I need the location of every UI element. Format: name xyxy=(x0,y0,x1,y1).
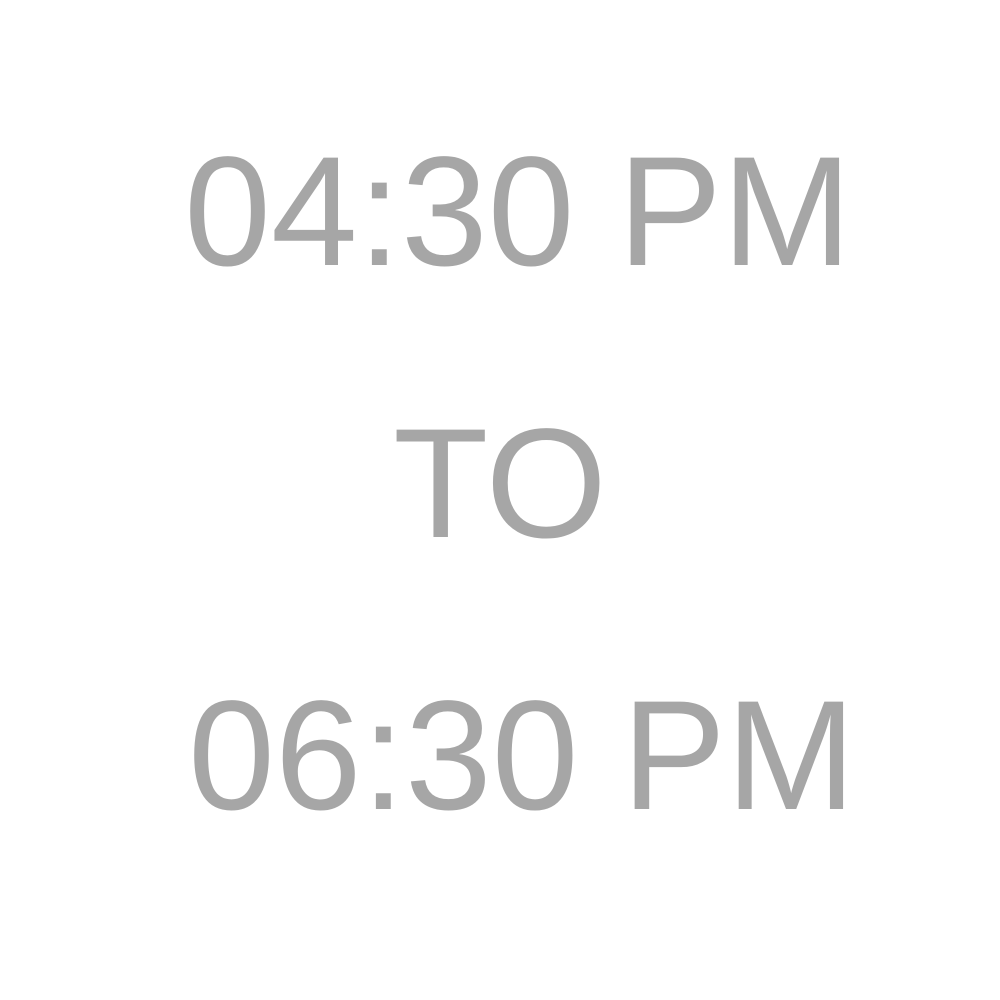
separator-text: TO xyxy=(393,397,607,571)
end-time: 06:30 PM xyxy=(188,669,856,843)
time-range: 04:30 PM TO 06:30 PM xyxy=(0,0,1000,1000)
start-time: 04:30 PM xyxy=(184,125,852,299)
